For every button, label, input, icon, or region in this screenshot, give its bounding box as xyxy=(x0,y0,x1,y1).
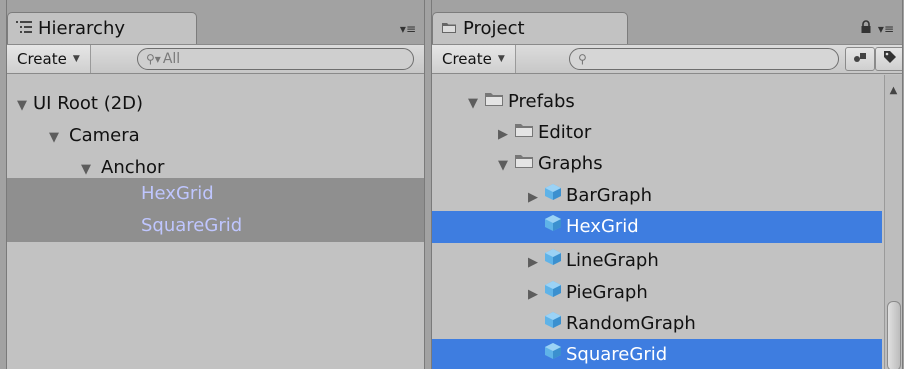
prefab-cube-icon xyxy=(544,308,562,340)
folder-icon xyxy=(514,148,534,180)
tree-item-label: Camera xyxy=(69,125,140,146)
tree-item-linegraph[interactable]: ▶ LineGraph xyxy=(432,245,882,277)
dropdown-arrow-icon: ▼ xyxy=(497,54,505,64)
folder-tab-icon xyxy=(441,18,457,39)
tree-item-squaregrid[interactable]: SquareGrid xyxy=(432,339,882,369)
search-icon: ⚲ xyxy=(578,52,587,66)
tree-item-editor[interactable]: ▶ Editor xyxy=(432,117,882,149)
tree-item-label: UI Root (2D) xyxy=(33,93,144,114)
vertical-scrollbar[interactable]: ▲ xyxy=(884,75,902,369)
tree-item-label: Anchor xyxy=(101,157,165,178)
scroll-up-arrow-icon[interactable]: ▲ xyxy=(885,85,902,96)
folder-icon xyxy=(514,117,534,149)
fold-arrow-icon[interactable]: ▶ xyxy=(528,247,544,279)
fold-arrow-icon[interactable]: ▼ xyxy=(498,150,514,182)
fold-arrow-icon[interactable]: ▶ xyxy=(498,119,514,151)
tree-item-label: BarGraph xyxy=(566,185,652,206)
tree-item-bargraph[interactable]: ▶ BarGraph xyxy=(432,180,882,212)
hierarchy-search-input[interactable]: ⚲▾ All xyxy=(137,48,414,70)
panel-menu-icon[interactable]: ▾≡ xyxy=(878,22,894,36)
search-by-type-button[interactable] xyxy=(845,47,875,71)
tree-item-label: HexGrid xyxy=(141,183,214,204)
tree-item-ui-root[interactable]: ▼ UI Root (2D) xyxy=(7,88,424,120)
fold-arrow-icon[interactable]: ▼ xyxy=(17,90,33,122)
tab-hierarchy-label: Hierarchy xyxy=(38,18,126,39)
prefab-cube-icon xyxy=(544,339,562,369)
tree-item-label: SquareGrid xyxy=(566,344,668,365)
prefab-cube-icon xyxy=(544,180,562,212)
tree-item-camera[interactable]: ▼ Camera xyxy=(7,120,424,152)
tree-item-piegraph[interactable]: ▶ PieGraph xyxy=(432,277,882,309)
dropdown-arrow-icon: ▼ xyxy=(72,54,80,64)
tree-item-label: Editor xyxy=(538,122,592,143)
fold-arrow-icon[interactable]: ▶ xyxy=(528,182,544,214)
hierarchy-panel: Hierarchy ▾≡ Create ▼ ⚲▾ All ▼ UI Root (2… xyxy=(6,0,425,369)
hierarchy-toolbar: Create ▼ ⚲▾ All xyxy=(7,44,424,74)
tree-item-label: LineGraph xyxy=(566,250,659,271)
tree-item-graphs[interactable]: ▼ Graphs xyxy=(432,148,882,180)
fold-arrow-icon[interactable]: ▶ xyxy=(528,279,544,311)
tree-item-hexgrid[interactable]: HexGrid xyxy=(432,211,882,243)
folder-icon xyxy=(484,86,504,118)
search-placeholder: All xyxy=(162,51,181,67)
prefab-cube-icon xyxy=(544,245,562,277)
tree-item-label: RandomGraph xyxy=(566,313,696,334)
scrollbar-thumb[interactable] xyxy=(887,301,901,369)
tree-item-squaregrid[interactable]: SquareGrid xyxy=(7,210,424,242)
lock-icon[interactable] xyxy=(860,20,872,38)
fold-arrow-icon[interactable]: ▼ xyxy=(468,88,484,120)
search-by-label-button[interactable] xyxy=(875,47,902,71)
tree-item-prefabs[interactable]: ▼ Prefabs xyxy=(432,86,882,118)
tree-item-randomgraph[interactable]: RandomGraph xyxy=(432,308,882,340)
tree-item-hexgrid[interactable]: HexGrid xyxy=(7,178,424,210)
tree-item-label: PieGraph xyxy=(566,282,648,303)
tree-item-label: Graphs xyxy=(538,153,603,174)
hierarchy-tabbar: Hierarchy ▾≡ xyxy=(7,0,424,44)
project-toolbar: Create ▼ ⚲ xyxy=(432,44,902,74)
tree-item-label: Prefabs xyxy=(508,91,575,112)
project-panel: Project ▾≡ Create ▼ ⚲ ▼ Prefabs ▶ Editor… xyxy=(431,0,903,369)
create-dropdown[interactable]: Create ▼ xyxy=(7,45,91,73)
search-filter-icon: ⚲▾ xyxy=(146,52,161,66)
tree-item-label: SquareGrid xyxy=(141,215,243,236)
create-label: Create xyxy=(17,50,67,68)
tab-hierarchy[interactable]: Hierarchy xyxy=(7,12,197,44)
create-dropdown[interactable]: Create ▼ xyxy=(432,45,516,73)
tree-item-label: HexGrid xyxy=(566,216,639,237)
create-label: Create xyxy=(442,50,492,68)
prefab-cube-icon xyxy=(544,277,562,309)
tab-project[interactable]: Project xyxy=(432,12,628,44)
fold-arrow-icon[interactable]: ▼ xyxy=(49,122,65,154)
type-filter-icon xyxy=(853,51,867,67)
panel-menu-icon[interactable]: ▾≡ xyxy=(400,22,416,36)
prefab-cube-icon xyxy=(544,211,562,243)
tab-project-label: Project xyxy=(463,18,525,39)
tag-icon xyxy=(883,50,897,68)
project-search-input[interactable]: ⚲ xyxy=(569,48,839,70)
hierarchy-list-icon xyxy=(16,18,32,39)
project-tabbar: Project ▾≡ xyxy=(432,0,902,44)
